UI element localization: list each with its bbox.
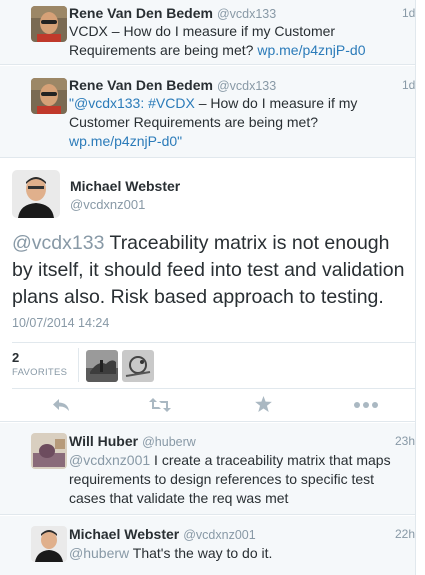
avatar[interactable]: [31, 433, 67, 469]
main-tweet: Michael Webster @vcdxnz001 @vcdx133 Trac…: [0, 158, 415, 422]
tweet-link[interactable]: wp.me/p4znjP-d0: [69, 133, 177, 149]
retweet-icon[interactable]: [149, 398, 171, 412]
favorites-count: 2: [12, 350, 20, 365]
divider: [78, 348, 79, 382]
divider: [12, 342, 415, 343]
tweet-time[interactable]: 22h: [395, 527, 415, 541]
favorite-star-icon[interactable]: [255, 396, 272, 412]
avatar[interactable]: [12, 170, 60, 218]
author-handle[interactable]: @vcdx133: [217, 7, 276, 21]
mention-link[interactable]: @vcdx133: [74, 95, 140, 111]
author-name[interactable]: Rene Van Den Bedem: [69, 5, 213, 21]
tweet-timestamp[interactable]: 10/07/2014 14:24: [12, 316, 109, 330]
author-name[interactable]: Will Huber: [69, 433, 138, 449]
mention-link[interactable]: @vcdxnz001: [69, 452, 150, 468]
hashtag-link[interactable]: #VCDX: [148, 95, 195, 111]
author-name[interactable]: Michael Webster: [70, 178, 180, 194]
divider: [415, 0, 416, 575]
reply-tweet-2[interactable]: Michael Webster @vcdxnz001 22h @huberw Th…: [0, 516, 415, 575]
author-handle[interactable]: @vcdx133: [217, 79, 276, 93]
tweet-text: "@vcdx133: #VCDX – How do I measure if m…: [69, 95, 358, 149]
avatar[interactable]: [86, 350, 118, 382]
main-tweet-text: @vcdx133 Traceability matrix is not enou…: [12, 232, 405, 308]
tweet-text: VCDX – How do I measure if my Customer R…: [69, 23, 366, 58]
tweet-link[interactable]: wp.me/p4znjP-d0: [257, 42, 365, 58]
tweet-time[interactable]: 1d: [402, 78, 415, 92]
more-icon[interactable]: [354, 402, 378, 408]
mention-link[interactable]: @huberw: [69, 545, 129, 561]
author-handle[interactable]: @huberw: [142, 435, 196, 449]
reply-icon[interactable]: [52, 398, 70, 412]
mention-link[interactable]: @vcdx133: [12, 232, 104, 254]
tweet-time[interactable]: 1d: [402, 6, 415, 20]
avatar[interactable]: [31, 526, 67, 562]
favorites-stat[interactable]: 2 FAVORITES: [12, 350, 67, 378]
author-name[interactable]: Rene Van Den Bedem: [69, 77, 213, 93]
reply-tweet-1[interactable]: Will Huber @huberw 23h @vcdxnz001 I creat…: [0, 423, 415, 515]
avatar[interactable]: [31, 6, 67, 42]
author-name[interactable]: Michael Webster: [69, 526, 179, 542]
author-handle[interactable]: @vcdxnz001: [70, 197, 145, 212]
context-tweet-1[interactable]: Rene Van Den Bedem @vcdx133 1d VCDX – How…: [0, 0, 415, 65]
avatar[interactable]: [31, 78, 67, 114]
tweet-text: @vcdxnz001 I create a traceability matri…: [69, 452, 391, 506]
tweet-text: @huberw That's the way to do it.: [69, 545, 273, 561]
author-handle[interactable]: @vcdxnz001: [183, 528, 255, 542]
context-tweet-2[interactable]: Rene Van Den Bedem @vcdx133 1d "@vcdx133:…: [0, 66, 415, 158]
avatar[interactable]: [122, 350, 154, 382]
divider: [12, 388, 415, 389]
favorites-label: FAVORITES: [12, 367, 68, 378]
tweet-time[interactable]: 23h: [395, 434, 415, 448]
